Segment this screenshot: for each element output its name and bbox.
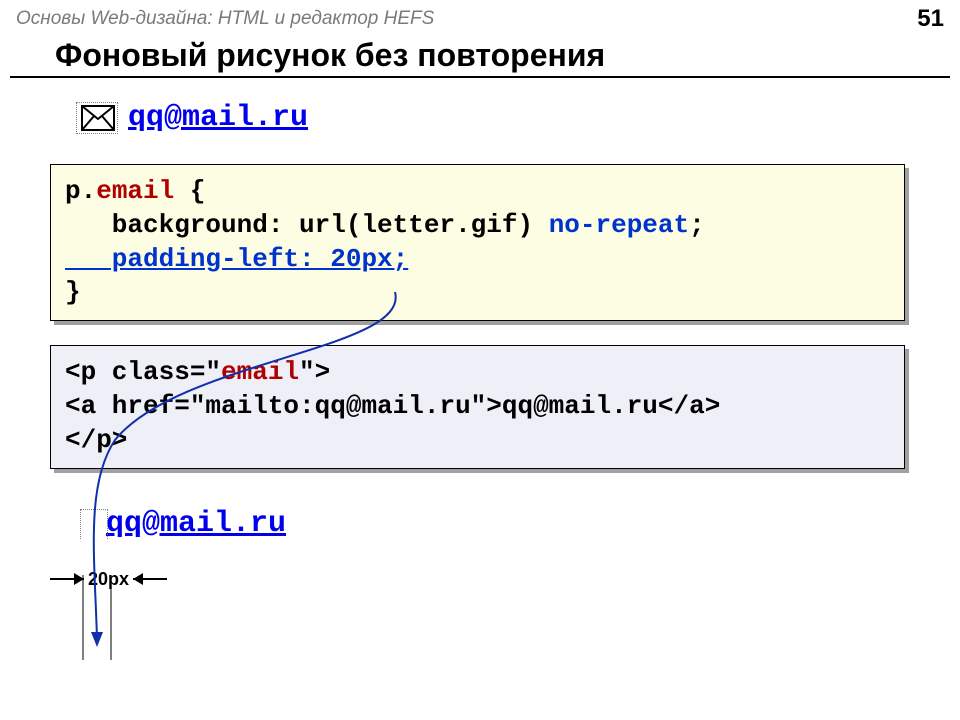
code-text: </p> [65,425,127,455]
code-text: } [65,277,81,307]
dimension-label: 20px [86,569,131,590]
code-text: p. [65,176,96,206]
header-bar: Основы Web-дизайна: HTML и редактор HEFS… [0,0,960,35]
envelope-icon [76,102,118,134]
email-example-with-padding: qq@mail.ru [80,507,960,541]
code-selector: email [96,176,174,206]
code-text: background: url(letter.gif) [65,210,549,240]
arrow-left-icon [48,570,86,588]
code-value: no-repeat [549,210,689,240]
arrow-right-icon [131,570,169,588]
code-text: <p class=" [65,357,221,387]
code-text: { [174,176,205,206]
code-text: "> [299,357,330,387]
css-code-block: p.email { background: url(letter.gif) no… [50,164,905,321]
padding-indicator-box [80,509,108,539]
email-link-1[interactable]: qq@mail.ru [128,101,308,135]
email-link-2[interactable]: qq@mail.ru [106,507,286,541]
breadcrumb: Основы Web-дизайна: HTML и редактор HEFS [16,8,434,30]
code-text: ; [689,210,705,240]
dimension-annotation: 20px [48,569,960,590]
html-code-block: <p class="email"> <a href="mailto:qq@mai… [50,345,905,468]
code-class: email [221,357,299,387]
page-number: 51 [917,5,944,33]
page-title: Фоновый рисунок без повторения [10,35,950,78]
email-example-with-icon: qq@mail.ru [76,96,960,140]
code-text: <a href="mailto:qq@mail.ru">qq@mail.ru</… [65,391,720,421]
code-padding-line: padding-left: 20px; [65,244,408,274]
